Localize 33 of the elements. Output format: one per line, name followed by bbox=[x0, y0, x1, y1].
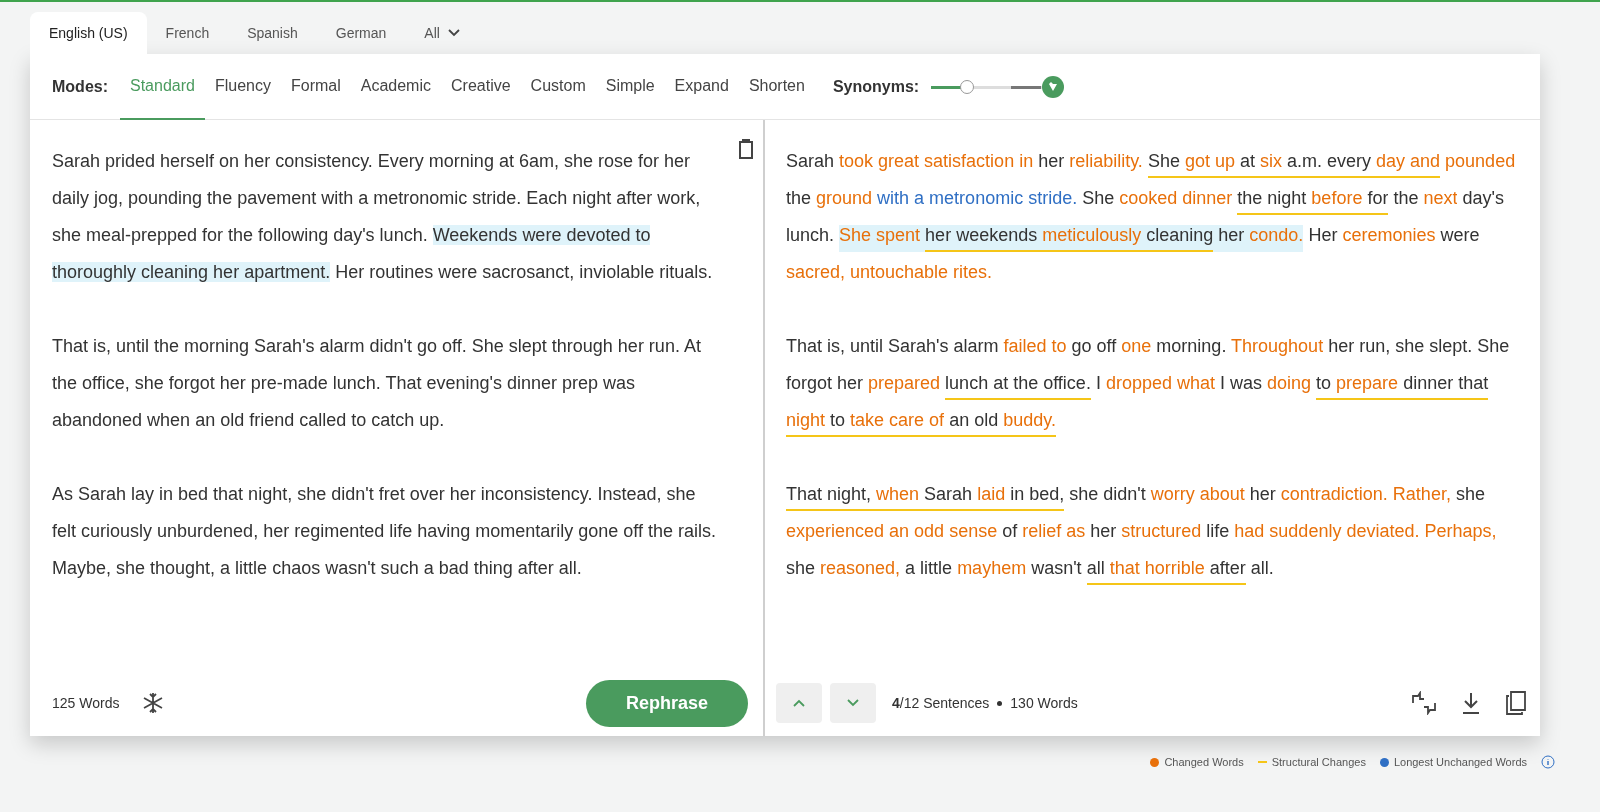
mode-tab[interactable]: Formal bbox=[280, 53, 351, 120]
modes-label: Modes: bbox=[52, 76, 108, 97]
mode-tab[interactable]: Shorten bbox=[738, 53, 815, 120]
synonyms-slider[interactable] bbox=[931, 74, 1066, 99]
mode-tab[interactable]: Expand bbox=[664, 53, 739, 120]
chevron-down-icon bbox=[447, 29, 460, 37]
mode-tab[interactable]: Custom bbox=[520, 53, 596, 120]
mode-tab[interactable]: Academic bbox=[350, 53, 441, 120]
language-tab[interactable]: German bbox=[316, 12, 406, 54]
legend-label: Longest Unchanged Words bbox=[1393, 755, 1527, 770]
trash-icon[interactable] bbox=[737, 138, 755, 160]
synonyms-label: Synonyms: bbox=[832, 76, 920, 97]
download-icon[interactable] bbox=[1460, 691, 1482, 715]
legend-label: Changed Words bbox=[1164, 755, 1244, 770]
mode-tab[interactable]: Creative bbox=[441, 53, 521, 120]
bullet-separator-icon bbox=[997, 700, 1003, 706]
language-tab[interactable]: French bbox=[146, 12, 229, 54]
language-tab[interactable]: English (US) bbox=[30, 12, 147, 54]
sentence-status: 4/12 Sentences bbox=[892, 693, 990, 713]
word-count: 125 Words bbox=[52, 693, 120, 713]
language-tab[interactable]: All bbox=[405, 12, 479, 54]
mode-tab[interactable]: Fluency bbox=[204, 53, 281, 120]
language-tab[interactable]: Spanish bbox=[228, 12, 317, 54]
chevron-down-icon bbox=[847, 699, 859, 707]
chevron-up-icon bbox=[793, 699, 805, 707]
legend-label: Structural Changes bbox=[1271, 755, 1366, 770]
output-paragraph: Sarah took great satisfaction in her reliability. She got up at six a.m. every day and pounded the ground with a metronomic stride. She cooked dinner the night before for the next day's lunch. She spent her weekends meticulously cleaning her condo. Her ceremonies were sacred, untouchable rites. bbox=[786, 143, 1520, 291]
copy-icon[interactable] bbox=[1504, 690, 1528, 716]
word-count: 130 Words bbox=[1010, 693, 1078, 713]
mode-tab[interactable]: Simple bbox=[595, 53, 665, 120]
info-icon[interactable] bbox=[1541, 755, 1555, 770]
mode-tab[interactable]: Standard bbox=[120, 53, 205, 120]
output-paragraph: That night, when Sarah laid in bed, she didn't worry about her contradiction. Rather, she experienced an odd sense of relief as her structured life had suddenly deviated. Perhaps, she reasoned, a little mayhem wasn't all that horrible after all. bbox=[786, 476, 1520, 587]
